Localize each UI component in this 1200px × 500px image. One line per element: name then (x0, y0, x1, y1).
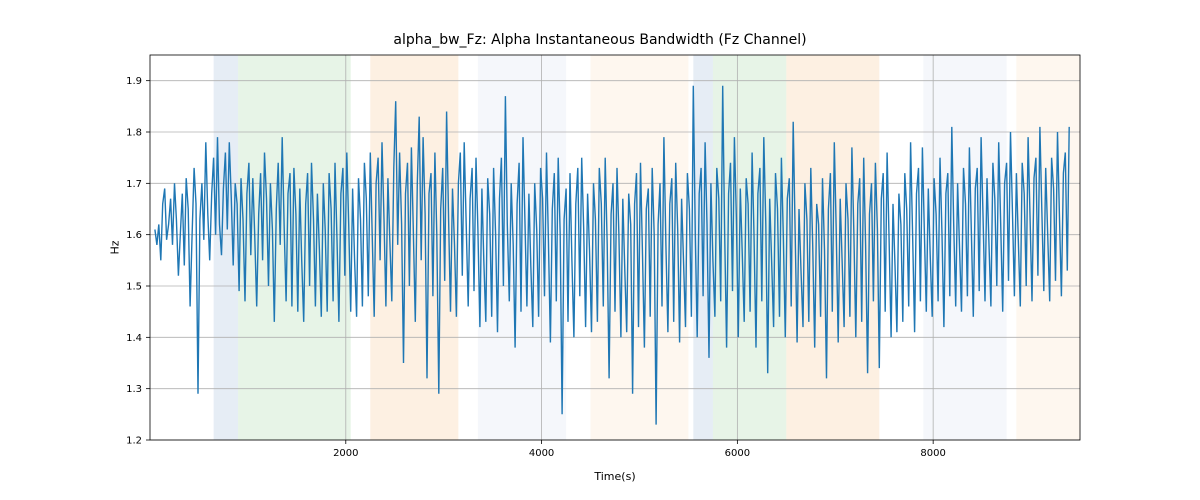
region-blue (214, 55, 238, 440)
x-tick-label: 6000 (725, 448, 750, 459)
y-tick-label: 1.9 (126, 76, 142, 87)
y-axis-label: Hz (105, 55, 125, 440)
region-lilac (923, 55, 1006, 440)
chart-title: alpha_bw_Fz: Alpha Instantaneous Bandwid… (0, 32, 1200, 48)
y-tick-label: 1.4 (126, 333, 142, 344)
x-axis-label: Time(s) (150, 470, 1080, 483)
y-tick-label: 1.8 (126, 128, 142, 139)
y-tick-label: 1.6 (126, 230, 142, 241)
y-tick-label: 1.7 (126, 179, 142, 190)
x-tick-label: 2000 (333, 448, 358, 459)
x-tick-label: 4000 (529, 448, 554, 459)
x-tick-label: 8000 (920, 448, 945, 459)
y-tick-label: 1.2 (126, 436, 142, 447)
plot-area: 1.21.31.41.51.61.71.81.92000400060008000 (150, 55, 1080, 440)
y-tick-label: 1.5 (126, 282, 142, 293)
y-tick-label: 1.3 (126, 384, 142, 395)
chart-svg: 1.21.31.41.51.61.71.81.92000400060008000 (150, 55, 1080, 440)
figure: alpha_bw_Fz: Alpha Instantaneous Bandwid… (0, 0, 1200, 500)
